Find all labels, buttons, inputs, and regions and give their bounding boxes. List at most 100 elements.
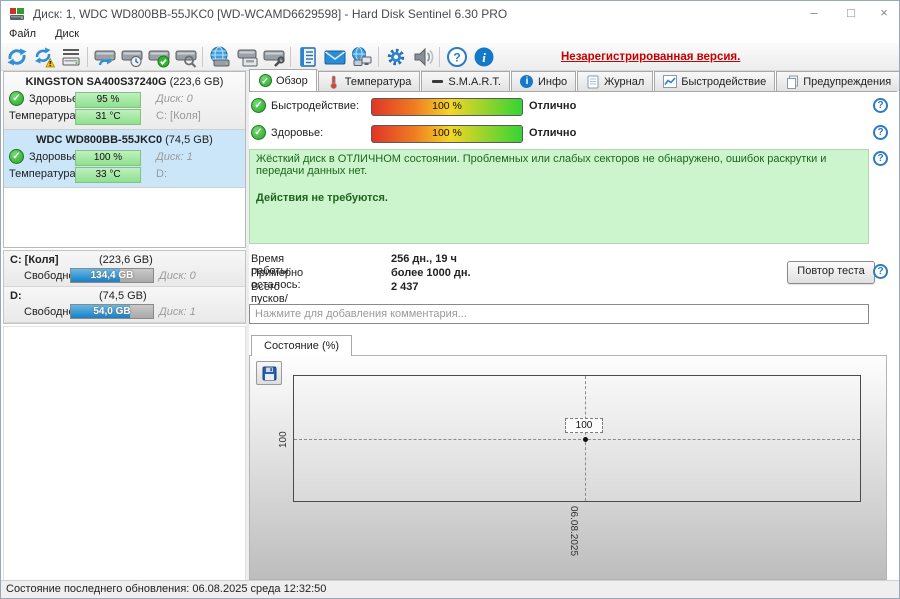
data-point [583,437,588,442]
health-bar: 100 % [75,150,141,166]
tab-log[interactable]: Журнал [577,71,654,91]
toolbar-separator [202,46,203,67]
comment-input[interactable] [249,304,869,324]
mail-icon[interactable] [321,44,348,69]
health-bar: 100 % [371,125,523,143]
tab-temperature[interactable]: Температура [317,71,421,91]
partition-name: C: [Коля] [10,254,59,266]
tab-alerts[interactable]: Предупреждения [776,71,899,91]
menu-file[interactable]: Файл [1,27,44,41]
disk-accept-icon[interactable] [145,44,172,69]
disk-tools-icon[interactable] [260,44,287,69]
help-icon[interactable] [873,98,888,113]
temperature-row: Температура: 31 °C C: [Коля] [4,109,245,125]
disk-header: KINGSTON SA400S37240G (223,6 GB) [4,76,245,88]
health-label: Здоровье: [29,151,82,163]
settings-gear-icon[interactable] [382,44,409,69]
toolbar: ? i Незарегистрированная версия. [1,43,899,71]
partition-name: D: [10,290,22,302]
refresh-warning-icon[interactable] [30,44,57,69]
check-icon [258,74,272,88]
tab-overview[interactable]: Обзор [249,69,317,91]
disk-clock-icon[interactable] [118,44,145,69]
floppy-icon [262,366,276,380]
status-bar: Состояние последнего обновления: 06.08.2… [1,580,899,598]
tab-label: Предупреждения [803,75,892,88]
hard-disk-sentinel-window: Диск: 1, WDC WD800BB-55JKC0 [WD-WCAMD662… [0,0,900,599]
toolbar-separator [439,46,440,67]
info-icon[interactable]: i [470,44,497,69]
health-row: Здоровье: 100 % Диск: 1 [4,149,245,166]
ok-check-icon [251,98,266,113]
stat-value: 2 437 [391,281,419,293]
health-status: Отлично [529,127,577,139]
gridline-horizontal [294,439,860,440]
disk-undo-icon[interactable] [91,44,118,69]
close-button[interactable]: × [867,1,899,27]
health-row: Здоровье: 95 % Диск: 0 [4,91,245,108]
disk-search-icon[interactable] [172,44,199,69]
disk-index: Диск: 0 [159,270,196,282]
disk-box-icon[interactable] [233,44,260,69]
health-label: Здоровье: [29,93,82,105]
partition-size: (74,5 GB) [99,290,147,302]
health-bar: 95 % [75,92,141,108]
svg-text:?: ? [453,50,460,64]
save-chart-button[interactable] [256,361,282,385]
health-label: Здоровье: [271,127,324,139]
disk-entry-kingston[interactable]: KINGSTON SA400S37240G (223,6 GB) Здоровь… [4,72,245,130]
help-icon[interactable] [873,125,888,140]
performance-status: Отлично [529,100,577,112]
menu-bar: Файл Диск [1,27,899,43]
help-icon[interactable] [873,264,888,279]
details-view-icon[interactable] [57,44,84,69]
disk-index: Диск: 1 [159,306,196,318]
network-icon[interactable] [348,44,375,69]
maximize-button[interactable]: □ [834,1,868,27]
tab-smart[interactable]: S.M.A.R.T. [421,71,510,91]
globe-disk-icon[interactable] [206,44,233,69]
toolbar-separator [87,46,88,67]
help-icon[interactable] [873,151,888,166]
disk-entry-wdc[interactable]: WDC WD800BB-55JKC0 (74,5 GB) Здоровье: 1… [4,130,245,188]
performance-row: Быстродействие: 100 % Отлично [249,98,899,116]
stat-value: более 1000 дн. [391,267,471,279]
partition-entry-c[interactable]: C: [Коля] (223,6 GB) Свободно 134,4 GB Д… [4,251,245,287]
health-ok-icon [9,91,24,106]
refresh-icon[interactable] [3,44,30,69]
overview-panel: Быстродействие: 100 % Отлично Здоровье: … [249,93,899,582]
free-space-value: 134,4 GB [90,270,134,281]
sound-icon[interactable] [409,44,436,69]
chart-tab-status[interactable]: Состояние (%) [251,335,353,356]
volume-letter: D: [156,168,167,180]
tab-performance[interactable]: Быстродействие [654,71,776,91]
status-text: Состояние последнего обновления: 06.08.2… [6,583,327,595]
disk-index: Диск: 0 [156,93,193,105]
tab-info[interactable]: Инфо [510,71,577,91]
status-chart-panel: Состояние (%) 100 100 06.08.2025 [249,335,887,580]
temperature-bar: 31 °C [75,109,141,125]
volume-letter: C: [Коля] [156,110,201,122]
minimize-button[interactable]: – [797,1,831,27]
ok-check-icon [251,125,266,140]
toolbar-separator [290,46,291,67]
partition-entry-d[interactable]: D: (74,5 GB) Свободно 54,0 GB Диск: 1 [4,287,245,323]
temperature-label: Температура: [9,168,79,180]
unregistered-version-link[interactable]: Незарегистрированная версия. [561,51,740,63]
report-icon[interactable] [294,44,321,69]
help-icon[interactable]: ? [443,44,470,69]
disk-size: (74,5 GB) [165,134,213,146]
title-bar: Диск: 1, WDC WD800BB-55JKC0 [WD-WCAMD662… [1,1,899,27]
retest-button[interactable]: Повтор теста [787,261,875,284]
performance-bar: 100 % [371,98,523,116]
free-label: Свободно [24,306,75,318]
disk-index: Диск: 1 [156,151,193,163]
svg-text:i: i [482,50,486,65]
disk-size: (223,6 GB) [169,76,224,88]
menu-disk[interactable]: Диск [47,27,87,41]
chart-icon [663,75,678,89]
data-point-label: 100 [565,418,603,433]
health-action-text: Действия не требуются. [256,192,388,204]
chart-area: 100 100 06.08.2025 [249,355,887,580]
disk-header: WDC WD800BB-55JKC0 (74,5 GB) [4,134,245,146]
